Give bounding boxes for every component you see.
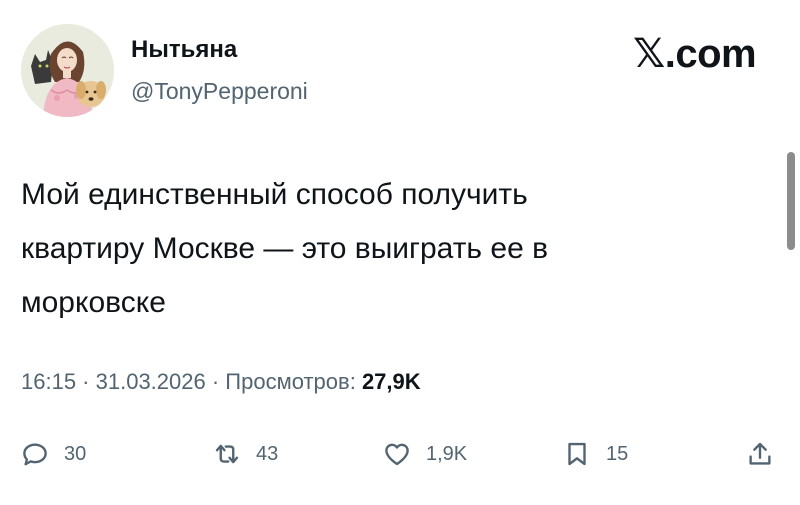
share-button[interactable] bbox=[745, 434, 775, 474]
views-count[interactable]: 27,9K bbox=[362, 369, 421, 394]
reply-icon bbox=[23, 443, 47, 466]
bookmark-button[interactable]: 15 bbox=[562, 434, 628, 474]
like-icon bbox=[385, 443, 409, 466]
tweet-text-line: квартиру Москве — это выиграть ее в bbox=[21, 232, 549, 265]
like-button[interactable]: 1,9K bbox=[382, 434, 467, 474]
scrollbar[interactable] bbox=[787, 152, 795, 250]
tweet-text-line: Мой единственный способ получить bbox=[21, 178, 528, 211]
avatar-illustration bbox=[21, 24, 114, 117]
author-display-name[interactable]: Нытьяна bbox=[131, 36, 237, 64]
tweet-time[interactable]: 16:15 bbox=[21, 369, 76, 394]
tweet-meta: 16:15 · 31.03.2026 · Просмотров: 27,9K bbox=[21, 367, 421, 397]
meta-separator: · bbox=[76, 369, 96, 394]
tweet-text-line: морковске bbox=[21, 286, 166, 319]
tweet-text: Мой единственный способ получить квартир… bbox=[21, 168, 761, 330]
share-icon bbox=[749, 442, 771, 465]
repost-icon bbox=[215, 444, 239, 464]
meta-separator: · bbox=[205, 369, 226, 394]
tweet-date[interactable]: 31.03.2026 bbox=[96, 369, 206, 394]
avatar[interactable] bbox=[21, 24, 114, 117]
repost-count: 43 bbox=[256, 442, 279, 465]
x-logo: 𝕏.com bbox=[633, 32, 757, 76]
bookmark-icon bbox=[568, 442, 586, 466]
action-bar: 30 43 1,9K 15 bbox=[0, 434, 800, 474]
repost-button[interactable]: 43 bbox=[212, 434, 278, 474]
like-count: 1,9K bbox=[426, 442, 468, 465]
bookmark-count: 15 bbox=[606, 442, 629, 465]
views-label: Просмотров: bbox=[225, 369, 356, 394]
author-handle[interactable]: @TonyPepperoni bbox=[131, 77, 308, 105]
reply-count: 30 bbox=[64, 442, 87, 465]
reply-button[interactable]: 30 bbox=[20, 434, 86, 474]
